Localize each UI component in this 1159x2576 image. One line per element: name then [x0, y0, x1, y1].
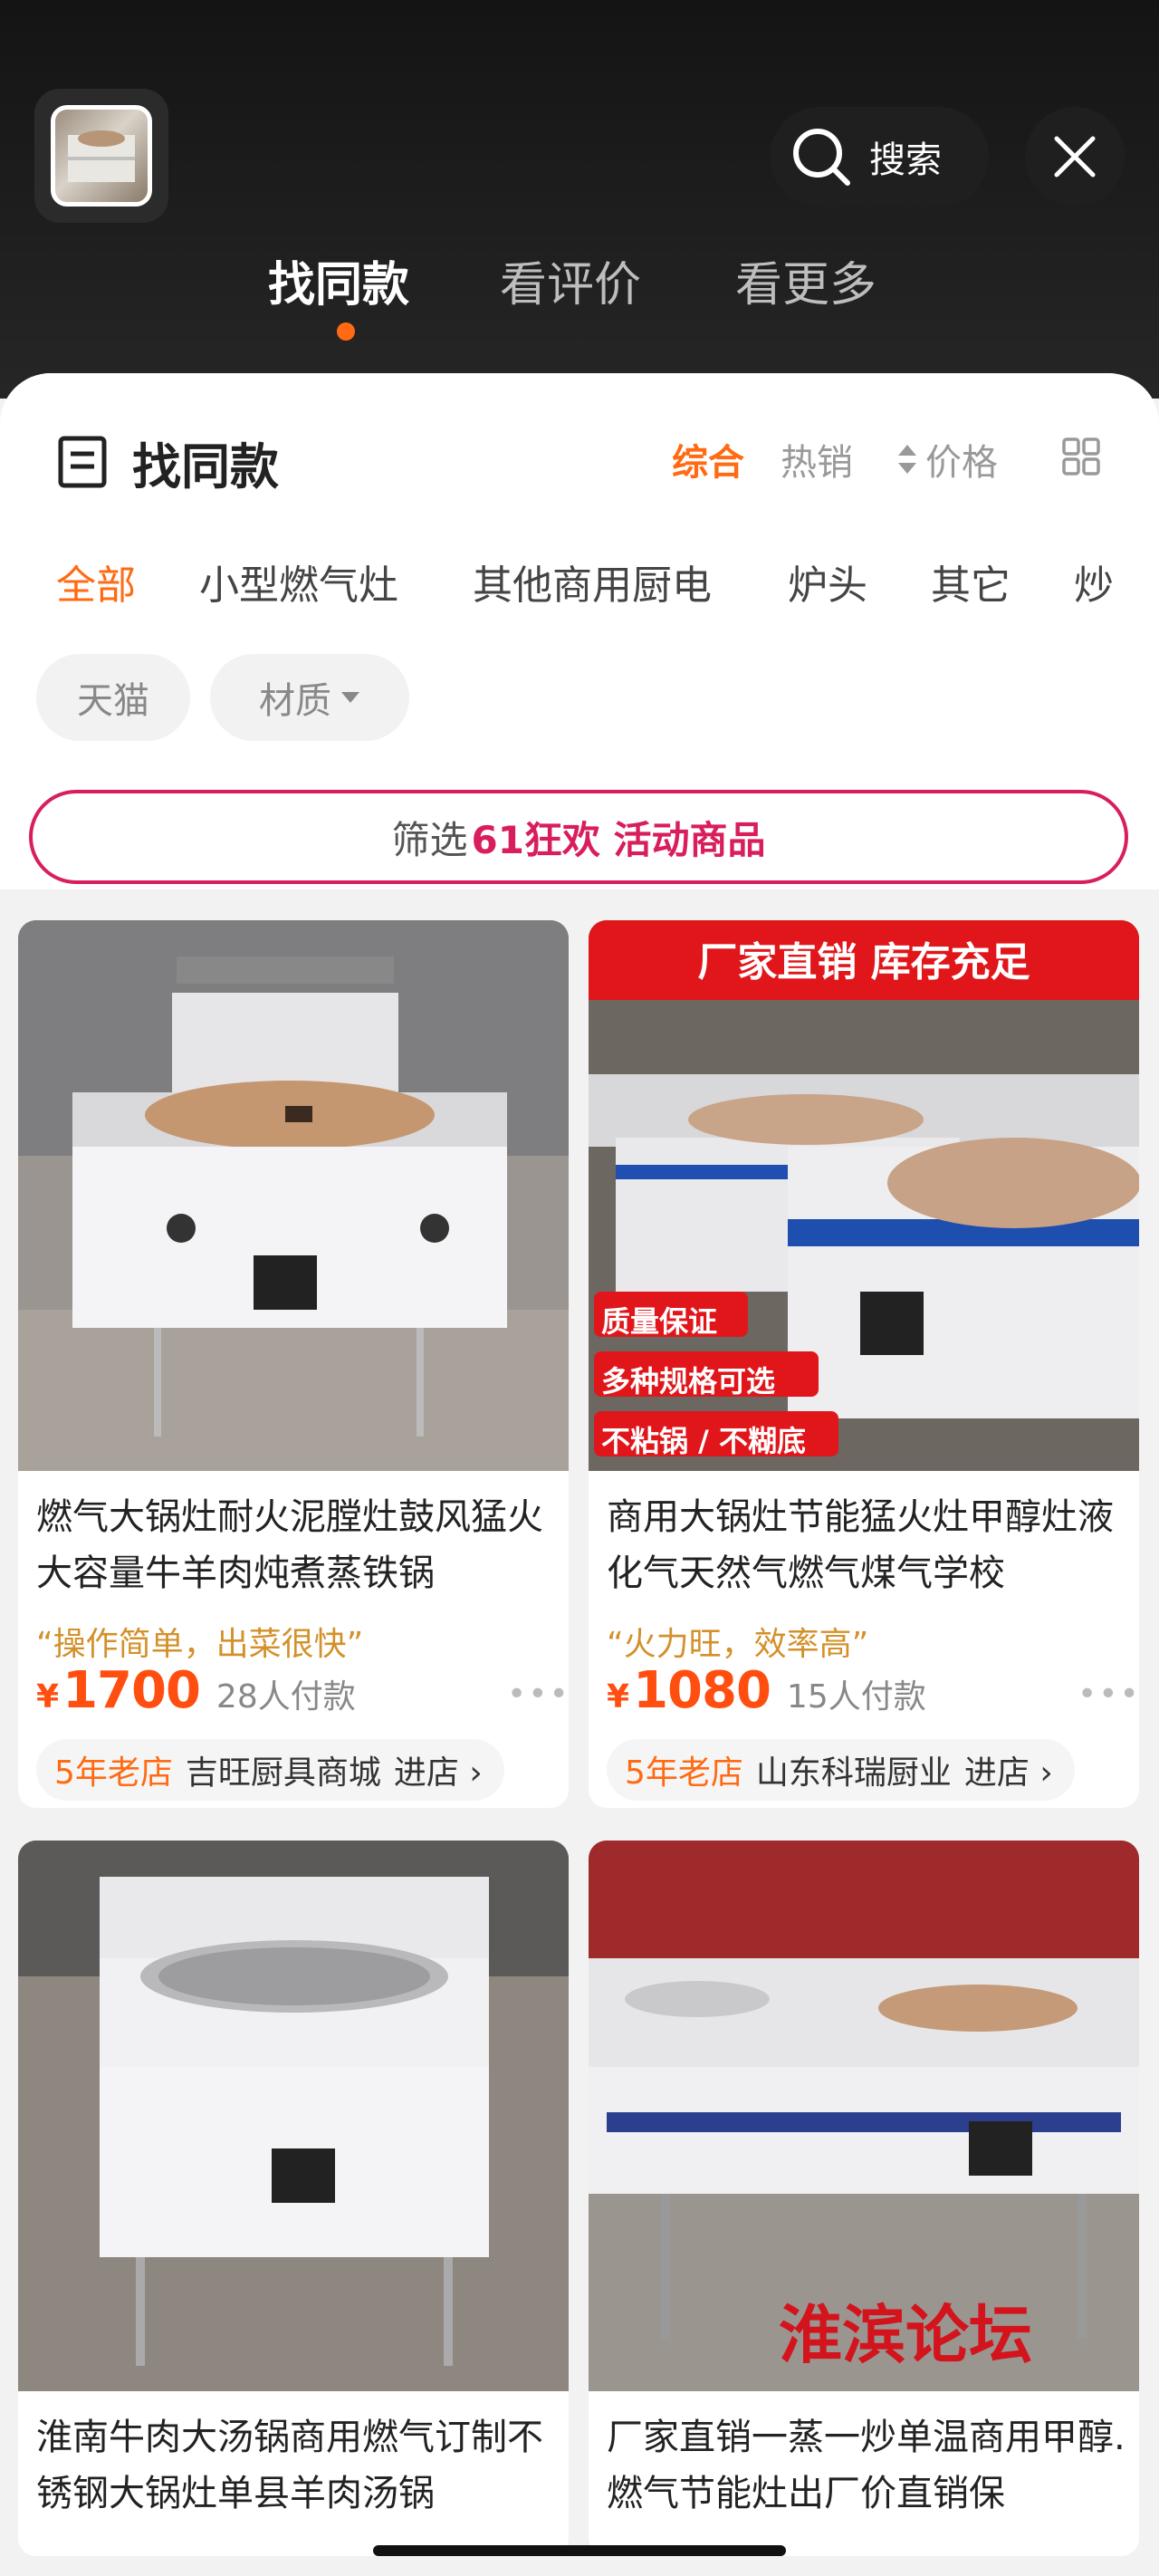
- filter-chip-tmall-label: 天猫: [77, 680, 149, 722]
- search-button[interactable]: 搜索: [770, 107, 989, 207]
- image-tag: 多种规格可选: [601, 1364, 776, 1399]
- panel-title-row: 找同款: [56, 426, 279, 498]
- product-title: 淮南牛肉大汤锅商用燃气订制不锈钢大锅灶单县羊肉汤锅: [36, 2417, 543, 2514]
- filter-chip-material[interactable]: 材质: [210, 654, 409, 741]
- currency-symbol: ¥: [36, 1678, 60, 1716]
- shop-age-badge: 5年老店: [625, 1754, 743, 1792]
- sort-arrows-icon: [898, 445, 916, 474]
- caret-down-icon: [341, 692, 359, 703]
- sort-comprehensive[interactable]: 综合: [672, 433, 744, 485]
- category-burner[interactable]: 炉头: [788, 553, 867, 610]
- product-image: [18, 1841, 569, 2391]
- product-slogan: “火力旺，效率高”: [607, 1626, 869, 1663]
- tab-see-more[interactable]: 看更多: [735, 246, 876, 314]
- image-tag: 质量保证: [601, 1304, 718, 1339]
- source-image-thumbnail[interactable]: [34, 89, 168, 223]
- list-doc-icon: [58, 436, 107, 488]
- product-slogan: “操作简单，出菜很快”: [36, 1626, 364, 1663]
- top-header: 搜索 找同款 看评价 看更多: [0, 0, 1159, 399]
- shop-age-badge: 5年老店: [54, 1754, 173, 1792]
- more-options-icon[interactable]: •••: [1078, 1676, 1139, 1713]
- payment-count: 28人付款: [216, 1678, 356, 1716]
- category-all[interactable]: 全部: [56, 553, 136, 610]
- promo-filter-banner[interactable]: 筛选 61狂欢 活动商品: [29, 790, 1128, 884]
- active-tab-indicator: [337, 322, 355, 341]
- close-button[interactable]: [1025, 107, 1125, 207]
- top-tabs: 找同款 看评价 看更多: [0, 246, 1159, 337]
- category-other[interactable]: 其它: [931, 553, 1011, 610]
- product-image: [18, 920, 569, 1471]
- category-stir-fry[interactable]: 炒: [1074, 553, 1114, 610]
- search-button-label: 搜索: [869, 139, 942, 181]
- image-watermark: 淮滨论坛: [779, 2297, 1032, 2372]
- enter-shop-label: 进店 ›: [393, 1754, 483, 1792]
- sort-price-label: 价格: [925, 442, 998, 484]
- image-tag: 不粘锅 / 不糊底: [601, 1424, 806, 1458]
- thumbnail-image: [51, 105, 152, 207]
- sort-hot[interactable]: 热销: [781, 433, 853, 485]
- category-tabs: 全部 小型燃气灶 其他商用厨电 炉头 其它 炒: [0, 553, 1159, 616]
- currency-symbol: ¥: [607, 1678, 630, 1716]
- price-row: ¥ 1080 15人付款: [607, 1661, 926, 1734]
- product-card[interactable]: 淮南牛肉大汤锅商用燃气订制不锈钢大锅灶单县羊肉汤锅: [18, 1841, 569, 2556]
- product-card[interactable]: 淮滨论坛 厂家直销一蒸一炒单温商用甲醇.燃气节能灶出厂价直销保: [589, 1841, 1139, 2556]
- grid-view-icon[interactable]: [1061, 437, 1101, 476]
- payment-count: 15人付款: [786, 1678, 926, 1716]
- product-price: 1080: [633, 1661, 771, 1720]
- shop-link[interactable]: 5年老店 山东科瑞厨业 进店 ›: [607, 1739, 1075, 1801]
- tab-find-same[interactable]: 找同款: [268, 246, 409, 314]
- product-title: 厂家直销一蒸一炒单温商用甲醇.燃气节能灶出厂价直销保: [607, 2417, 1125, 2514]
- tab-reviews[interactable]: 看评价: [500, 246, 641, 314]
- filter-chip-material-label: 材质: [259, 680, 331, 722]
- promo-prefix: 筛选: [391, 817, 468, 862]
- category-small-gas-stove[interactable]: 小型燃气灶: [199, 553, 398, 610]
- product-price: 1700: [62, 1661, 201, 1720]
- price-row: ¥ 1700 28人付款: [36, 1661, 356, 1734]
- panel-header: 找同款 综合 热销 价格 全部 小型燃气灶 其他商用厨电 炉头 其它 炒 天猫: [0, 373, 1159, 889]
- image-banner-text: 厂家直销 库存充足: [697, 939, 1030, 985]
- promo-highlight: 61狂欢 活动商品: [471, 817, 766, 862]
- home-indicator[interactable]: [373, 2545, 786, 2556]
- shop-name: 山东科瑞厨业: [755, 1754, 952, 1792]
- shop-name: 吉旺厨具商城: [185, 1754, 381, 1792]
- filter-chip-tmall[interactable]: 天猫: [36, 654, 190, 741]
- product-title: 燃气大锅灶耐火泥膛灶鼓风猛火大容量牛羊肉炖煮蒸铁锅: [36, 1496, 543, 1594]
- product-card[interactable]: 厂家直销 库存充足 质量保证 多种规格可选 不粘锅 / 不糊底 商用大锅灶节能猛…: [589, 920, 1139, 1808]
- category-other-commercial[interactable]: 其他商用厨电: [473, 553, 712, 610]
- shop-link[interactable]: 5年老店 吉旺厨具商城 进店 ›: [36, 1739, 504, 1801]
- close-icon: [1054, 136, 1096, 178]
- enter-shop-label: 进店 ›: [963, 1754, 1053, 1792]
- panel-title: 找同款: [132, 437, 279, 495]
- sort-price[interactable]: 价格: [896, 433, 998, 485]
- more-options-icon[interactable]: •••: [507, 1676, 569, 1713]
- search-icon: [793, 129, 850, 186]
- product-title: 商用大锅灶节能猛火灶甲醇灶液化气天然气燃气煤气学校: [607, 1496, 1114, 1594]
- product-card[interactable]: 燃气大锅灶耐火泥膛灶鼓风猛火大容量牛羊肉炖煮蒸铁锅 “操作简单，出菜很快” ¥ …: [18, 920, 569, 1808]
